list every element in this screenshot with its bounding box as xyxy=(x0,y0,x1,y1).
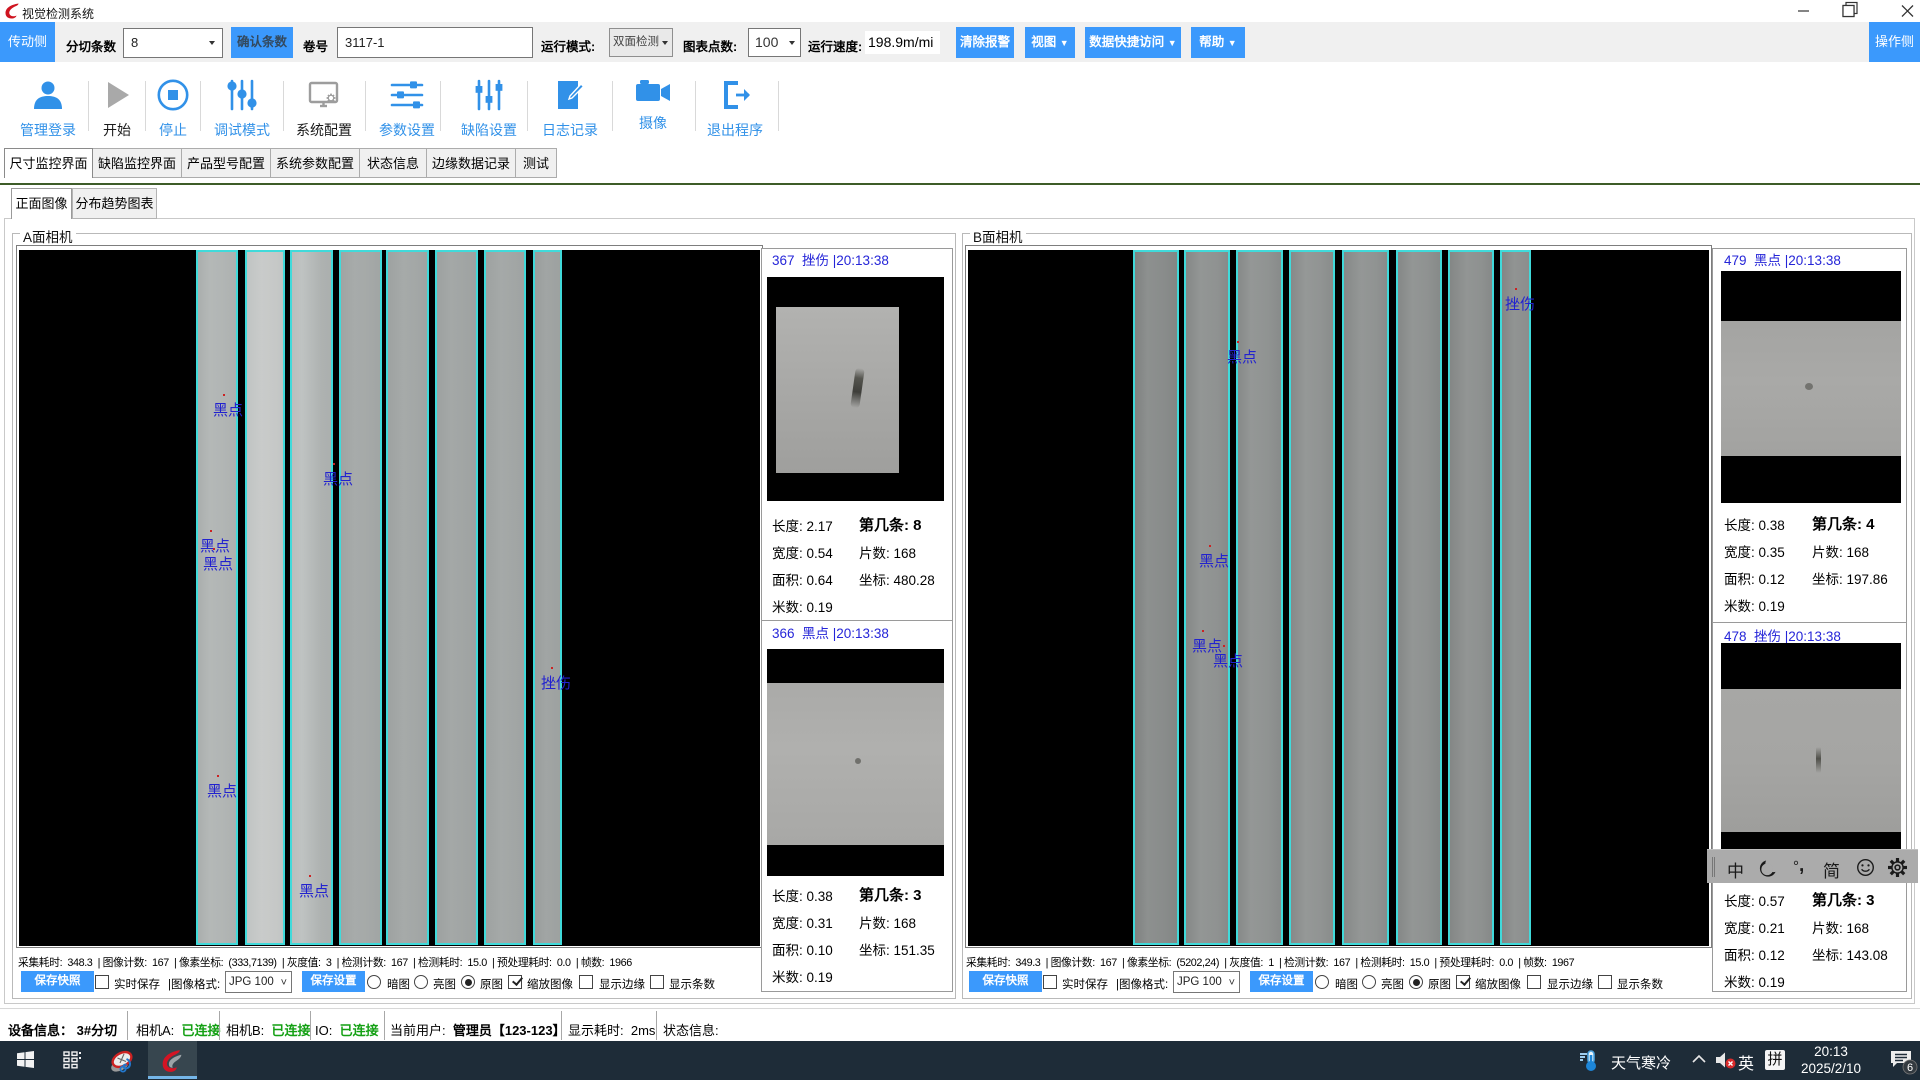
svg-text:6: 6 xyxy=(1907,1062,1913,1074)
